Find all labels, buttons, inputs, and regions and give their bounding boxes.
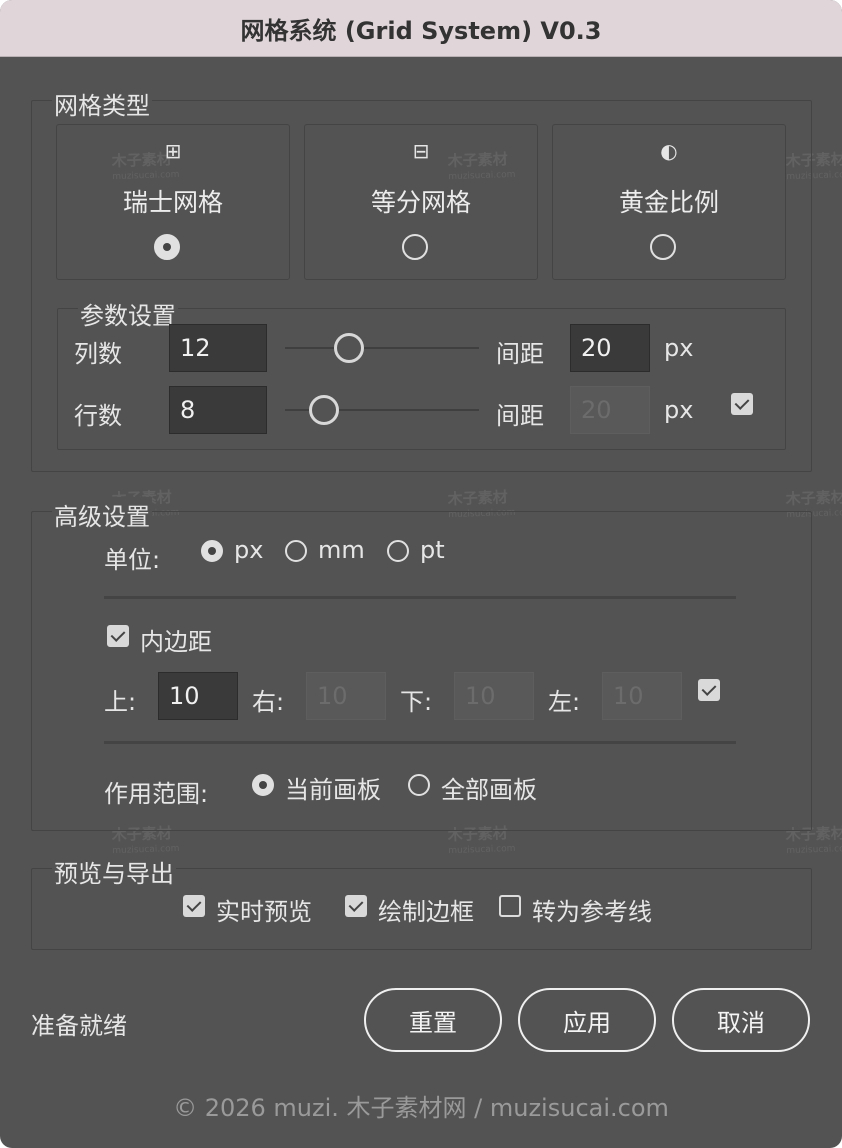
grid-type-card-golden[interactable]: ◐ 黄金比例 <box>552 124 786 280</box>
rows-gap-link-checkbox[interactable] <box>731 393 753 415</box>
apply-button[interactable]: 应用 <box>518 988 656 1052</box>
params-legend: 参数设置 <box>78 296 178 331</box>
reset-button[interactable]: 重置 <box>364 988 502 1052</box>
padding-bottom-label: 下: <box>400 688 433 716</box>
divider <box>104 741 736 744</box>
padding-checkbox[interactable] <box>107 625 129 647</box>
grid-type-label: 黄金比例 <box>618 188 719 217</box>
window-title: 网格系统 (Grid System) V0.3 <box>240 16 602 45</box>
grid-type-card-swiss[interactable]: ⊞ 瑞士网格 <box>56 124 290 280</box>
scope-radio-current[interactable] <box>252 774 274 796</box>
scope-radio-all[interactable] <box>408 774 430 796</box>
guides-checkbox[interactable] <box>499 895 521 917</box>
padding-right-label: 右: <box>252 688 285 716</box>
columns-gap-input[interactable]: 20 <box>570 324 650 372</box>
rows-gap-input[interactable]: 20 <box>570 386 650 434</box>
grid-type-card-equal[interactable]: ⊟ 等分网格 <box>304 124 538 280</box>
scope-current-label[interactable]: 当前画板 <box>285 770 381 805</box>
divider <box>104 596 736 599</box>
rows-slider-thumb[interactable] <box>308 395 339 425</box>
columns-slider-thumb[interactable] <box>334 333 365 363</box>
unit-label: 单位: <box>104 546 161 574</box>
title-bar[interactable]: 网格系统 (Grid System) V0.3 <box>0 0 842 57</box>
padding-top-label: 上: <box>104 688 137 716</box>
grid-type-label: 瑞士网格 <box>122 188 223 217</box>
unit-radio-px[interactable] <box>201 540 223 562</box>
grid-type-radio-golden[interactable] <box>650 234 676 260</box>
grid-type-label: 等分网格 <box>370 188 471 217</box>
rows-gap-unit: px <box>664 396 694 424</box>
live-preview-checkbox[interactable] <box>183 895 205 917</box>
rows-input[interactable]: 8 <box>169 386 267 434</box>
unit-px-label[interactable]: px <box>234 536 263 564</box>
half-circle-icon: ◐ <box>660 139 678 163</box>
grid-four-icon: ⊞ <box>164 139 182 163</box>
rows-label: 行数 <box>74 402 122 430</box>
columns-gap-unit: px <box>664 334 694 362</box>
grid-type-radio-swiss[interactable] <box>154 234 180 260</box>
padding-right-input[interactable]: 10 <box>306 672 386 720</box>
scope-all-label[interactable]: 全部画板 <box>441 770 537 805</box>
padding-left-input[interactable]: 10 <box>602 672 682 720</box>
unit-mm-label[interactable]: mm <box>318 536 365 564</box>
advanced-legend: 高级设置 <box>52 497 152 532</box>
unit-radio-mm[interactable] <box>285 540 307 562</box>
scope-label: 作用范围: <box>104 780 209 808</box>
grid-type-legend: 网格类型 <box>52 86 152 121</box>
footer-copyright: © 2026 muzi. 木子素材网 / muzisucai.com <box>173 1094 669 1122</box>
padding-top-input[interactable]: 10 <box>158 672 238 720</box>
padding-label[interactable]: 内边距 <box>140 622 212 657</box>
preview-legend: 预览与导出 <box>52 854 176 889</box>
unit-pt-label[interactable]: pt <box>420 536 445 564</box>
rows-gap-label: 间距 <box>496 402 544 430</box>
padding-left-label: 左: <box>548 688 581 716</box>
grid-split-icon: ⊟ <box>412 139 430 163</box>
status-text: 准备就绪 <box>31 1012 127 1040</box>
guides-label[interactable]: 转为参考线 <box>532 892 652 927</box>
grid-system-dialog: 网格系统 (Grid System) V0.3 木子素材 muzisucai.co… <box>0 0 842 1148</box>
grid-type-radio-equal[interactable] <box>402 234 428 260</box>
padding-bottom-input[interactable]: 10 <box>454 672 534 720</box>
columns-gap-label: 间距 <box>496 340 544 368</box>
columns-label: 列数 <box>74 340 122 368</box>
live-preview-label[interactable]: 实时预览 <box>216 892 312 927</box>
cancel-button[interactable]: 取消 <box>672 988 810 1052</box>
columns-input[interactable]: 12 <box>169 324 267 372</box>
draw-border-checkbox[interactable] <box>345 895 367 917</box>
padding-link-checkbox[interactable] <box>698 679 720 701</box>
unit-radio-pt[interactable] <box>387 540 409 562</box>
draw-border-label[interactable]: 绘制边框 <box>378 892 474 927</box>
columns-slider-track[interactable] <box>285 347 479 349</box>
